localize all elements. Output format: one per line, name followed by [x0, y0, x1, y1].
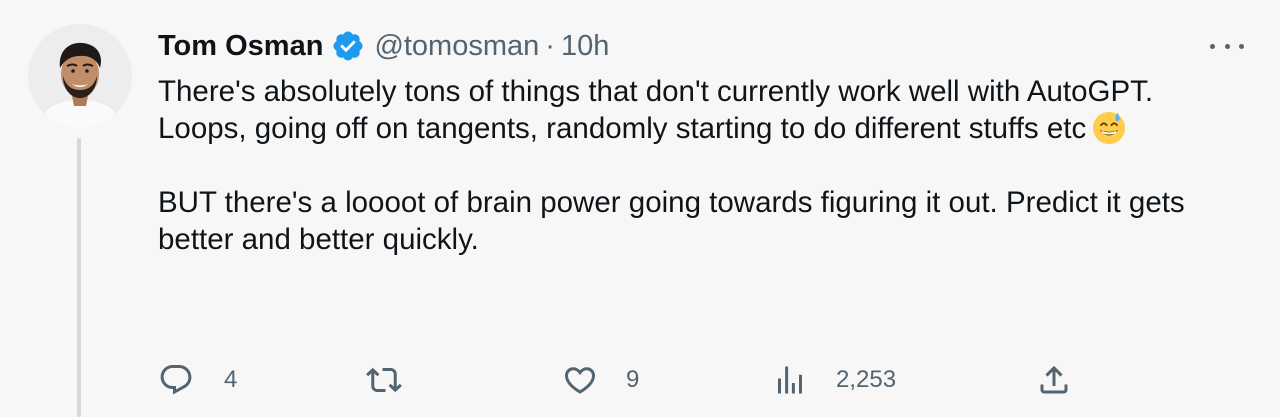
views-count: 2,253 [836, 366, 897, 393]
tweet-text: There's absolutely tons of things that d… [158, 73, 1248, 258]
tweet: Tom Osman @tomosman · 10h There's absolu… [0, 0, 1280, 417]
thread-line [77, 138, 81, 417]
heart-icon [564, 367, 596, 394]
views-button[interactable]: 2,253 [772, 360, 896, 400]
avatar[interactable] [28, 24, 132, 128]
action-bar: 4 9 2,253 [158, 360, 1248, 400]
verified-badge-icon [331, 29, 365, 63]
share-button[interactable] [1036, 360, 1072, 400]
reply-icon [160, 365, 192, 395]
reply-button[interactable]: 4 [158, 360, 237, 400]
like-count: 9 [626, 366, 640, 393]
separator-dot: · [545, 29, 555, 62]
retweet-icon [366, 367, 402, 393]
author-name[interactable]: Tom Osman [158, 30, 323, 63]
grinning-face-with-sweat-emoji-icon [1092, 111, 1126, 145]
tweet-header: Tom Osman @tomosman · 10h [158, 26, 609, 66]
reply-count: 4 [224, 366, 238, 393]
more-icon[interactable] [1210, 34, 1244, 58]
share-icon [1040, 365, 1068, 394]
views-icon [778, 366, 802, 394]
tweet-paragraph: BUT there's a loooot of brain power goin… [158, 186, 1185, 256]
tweet-paragraph: There's absolutely tons of things that d… [158, 73, 1248, 147]
retweet-button[interactable] [366, 360, 432, 400]
author-handle[interactable]: @tomosman [374, 30, 539, 63]
avatar-image [28, 24, 132, 128]
tweet-paragraph-text: There's absolutely tons of things that d… [158, 75, 1154, 145]
like-button[interactable]: 9 [562, 360, 639, 400]
timestamp[interactable]: 10h [561, 30, 609, 63]
